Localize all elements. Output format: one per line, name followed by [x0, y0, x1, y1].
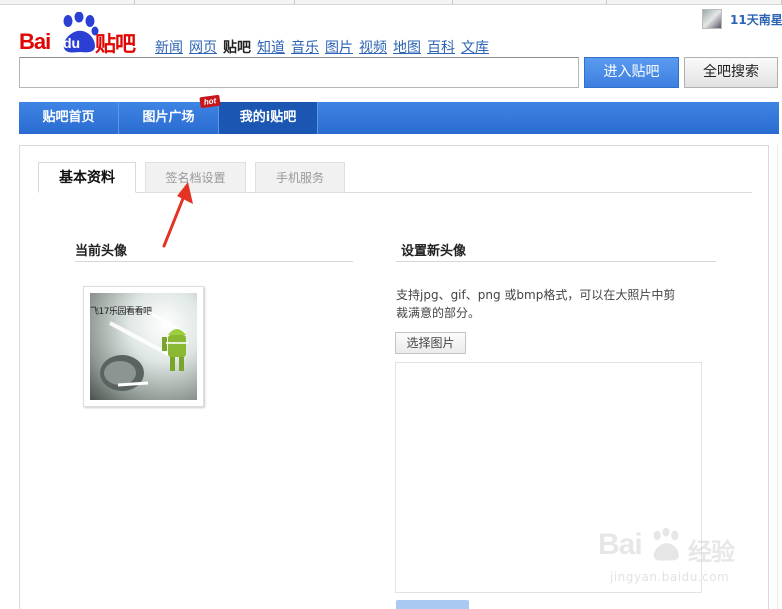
nav-link-web[interactable]: 网页: [189, 37, 217, 57]
save-avatar-button[interactable]: [396, 600, 469, 609]
current-avatar-divider: [75, 261, 353, 262]
nav-link-music[interactable]: 音乐: [291, 37, 319, 57]
user-name-link[interactable]: 11天南星: [730, 11, 782, 28]
nav-my-itieba[interactable]: 我的i贴吧: [219, 102, 318, 134]
nav-link-video[interactable]: 视频: [359, 37, 387, 57]
new-avatar-divider: [396, 261, 716, 262]
current-avatar-image: 飞17乐园看看吧: [90, 293, 197, 400]
browser-tab[interactable]: [0, 0, 135, 5]
nav-link-tieba[interactable]: 贴吧: [223, 37, 251, 57]
browser-tab-strip: [0, 0, 782, 5]
current-avatar-frame: 飞17乐园看看吧: [83, 286, 204, 407]
nav-link-zhidao[interactable]: 知道: [257, 37, 285, 57]
browser-tab[interactable]: [135, 0, 295, 5]
nav-link-baike[interactable]: 百科: [427, 37, 455, 57]
new-avatar-title: 设置新头像: [401, 244, 467, 259]
tab-mobile-service[interactable]: 手机服务: [255, 162, 345, 193]
watermark-jingyan-text: 经验: [688, 539, 735, 566]
nav-link-news[interactable]: 新闻: [155, 37, 183, 57]
nav-tieba-home[interactable]: 贴吧首页: [19, 102, 119, 134]
format-hint-text: 支持jpg、gif、png 或bmp格式，可以在大照片中剪裁满意的部分。: [396, 288, 676, 320]
enter-tieba-button[interactable]: 进入贴吧: [584, 57, 679, 88]
watermark-url: jingyan.baidu.com: [610, 570, 730, 584]
browser-tab[interactable]: [452, 0, 607, 5]
nav-link-wenku[interactable]: 文库: [461, 37, 489, 57]
choose-image-button[interactable]: 选择图片: [395, 332, 466, 354]
main-nav-bar: 贴吧首页 图片广场 我的i贴吧: [19, 102, 779, 134]
product-nav: 新闻 网页 贴吧 知道 音乐 图片 视频 地图 百科 文库: [155, 37, 495, 57]
current-avatar-title: 当前头像: [75, 244, 128, 259]
search-all-button[interactable]: 全吧搜索: [684, 57, 778, 88]
browser-tab[interactable]: [607, 0, 782, 5]
user-area: 11天南星: [702, 9, 782, 29]
search-input[interactable]: [19, 57, 579, 88]
nav-link-images[interactable]: 图片: [325, 37, 353, 57]
watermark-paw-icon: [653, 528, 679, 561]
android-robot-icon: [100, 311, 188, 391]
scroll-edge: [777, 145, 782, 609]
logo-du-text: du: [63, 35, 81, 51]
watermark-bai-text: Bai: [598, 528, 643, 561]
logo-bai-text: Bai: [19, 29, 51, 54]
user-avatar[interactable]: [702, 9, 722, 29]
red-arrow-annotation: [162, 182, 193, 248]
baidu-jingyan-watermark: Bai 经验 jingyan.baidu.com: [588, 522, 758, 592]
nav-link-map[interactable]: 地图: [393, 37, 421, 57]
tab-basic-info[interactable]: 基本资料: [38, 162, 136, 193]
baidu-tieba-logo[interactable]: Bai du 贴吧: [19, 12, 139, 56]
logo-tieba-text: 贴吧: [95, 32, 136, 56]
